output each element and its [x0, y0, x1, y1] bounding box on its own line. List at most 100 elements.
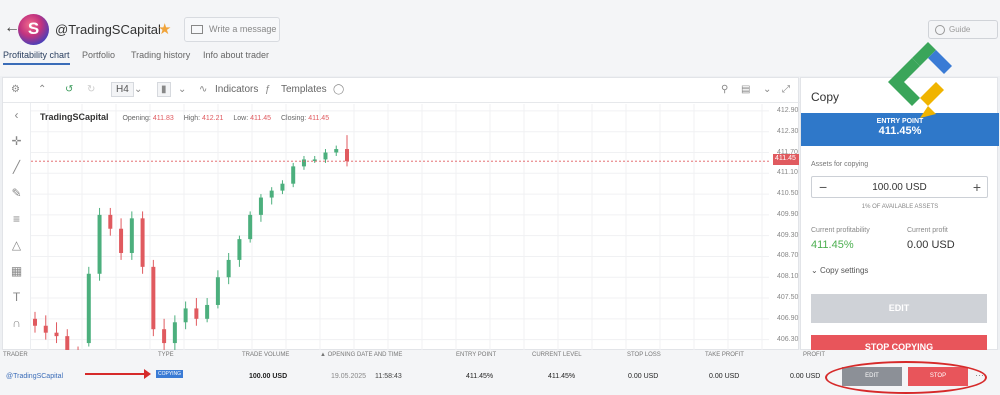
- row-date: 19.05.2025: [331, 373, 367, 380]
- text-icon[interactable]: T: [3, 290, 30, 312]
- amount-stepper[interactable]: − 100.00 USD +: [811, 176, 988, 198]
- pen-icon[interactable]: ✎: [3, 186, 30, 208]
- grid-icon[interactable]: ▦: [3, 264, 30, 286]
- candle-body: [183, 308, 188, 323]
- watermark-logo-icon: [888, 42, 952, 118]
- copy-title: Copy: [811, 90, 840, 104]
- candle-body: [97, 214, 102, 274]
- annotation-oval: [825, 361, 987, 394]
- col-type: TYPE: [158, 352, 174, 358]
- amount-value[interactable]: 100.00 USD: [812, 182, 987, 193]
- col-volume: TRADE VOLUME: [242, 352, 290, 358]
- edit-button[interactable]: EDIT: [811, 294, 987, 323]
- candlestick-plot[interactable]: [31, 104, 769, 350]
- indicators-label[interactable]: Indicators: [215, 84, 258, 95]
- candle-body: [43, 325, 48, 333]
- candle-body: [194, 308, 199, 319]
- chart-legend: TradingSCapital Opening: 411.83 High: 41…: [40, 112, 337, 122]
- col-profit: PROFIT: [803, 352, 825, 358]
- stop-copying-button[interactable]: STOP COPYING: [811, 335, 987, 351]
- trend-line-icon[interactable]: ╱: [3, 160, 30, 182]
- candle-body: [86, 273, 91, 344]
- candle-body: [269, 190, 274, 198]
- camera-icon[interactable]: ◯: [333, 84, 344, 95]
- message-button[interactable]: Write a message: [184, 17, 280, 42]
- indicators-icon[interactable]: ∿: [199, 84, 207, 95]
- row-trader-link[interactable]: @TradingSCapital: [6, 373, 63, 380]
- price-tick-label: 411.10: [777, 169, 798, 177]
- candle-body: [65, 336, 70, 350]
- chevron-left-icon[interactable]: ‹: [3, 108, 30, 130]
- candle-body: [323, 152, 328, 160]
- chevron-down-icon[interactable]: ⌄: [134, 84, 142, 95]
- chevron-up-icon[interactable]: ⌃: [38, 84, 46, 95]
- row-volume: 100.00 USD: [249, 373, 288, 380]
- redo-icon[interactable]: ↻: [87, 84, 95, 95]
- copy-settings-toggle[interactable]: ⌄ Copy settings: [811, 266, 868, 275]
- candle-body: [291, 166, 296, 184]
- current-price-label: 411.45: [773, 154, 799, 165]
- fullscreen-icon[interactable]: ⤢: [782, 84, 790, 95]
- tab-trading-history[interactable]: Trading history: [131, 50, 190, 60]
- candle-body: [205, 304, 210, 319]
- trader-name: @TradingSCapital: [55, 22, 161, 37]
- tab-info-about-trader[interactable]: Info about trader: [203, 50, 269, 60]
- tab-portfolio[interactable]: Portfolio: [82, 50, 115, 60]
- play-icon: [935, 25, 945, 35]
- table-row: @TradingSCapital COPYING 100.00 USD 19.0…: [0, 361, 1000, 394]
- guide-button[interactable]: Guide: [928, 20, 998, 39]
- legend-high: 412.21: [201, 115, 224, 122]
- star-icon[interactable]: ★: [158, 20, 171, 38]
- chevron-down-icon[interactable]: ⌄: [178, 84, 186, 95]
- candle-body: [258, 197, 263, 215]
- templates-icon[interactable]: ƒ: [265, 84, 271, 95]
- candle-type-icon[interactable]: ▮: [157, 82, 171, 97]
- more-icon[interactable]: ⋯: [975, 370, 984, 381]
- legend-opening: 411.83: [152, 115, 174, 122]
- timeframe-selector[interactable]: H4: [111, 82, 134, 97]
- type-badge: COPYING: [156, 370, 184, 378]
- copy-settings-label: Copy settings: [819, 266, 869, 275]
- candle-body: [312, 159, 317, 161]
- fibonacci-icon[interactable]: ≡: [3, 212, 30, 234]
- candle-body: [334, 149, 339, 153]
- settings-gear-icon[interactable]: ⚙: [11, 84, 20, 95]
- current-profitability-value: 411.45%: [811, 239, 854, 251]
- candle-body: [140, 218, 145, 267]
- chevron-down-icon[interactable]: ⌄: [763, 84, 771, 95]
- tab-profitability-chart[interactable]: Profitability chart: [3, 50, 70, 65]
- col-current-level: CURRENT LEVEL: [532, 352, 582, 358]
- candle-body: [215, 277, 220, 305]
- candle-body: [172, 322, 177, 344]
- candle-body: [301, 159, 306, 167]
- candle-body: [129, 218, 134, 253]
- plus-icon[interactable]: +: [973, 179, 981, 195]
- col-entry-point: ENTRY POINT: [456, 352, 497, 358]
- col-trader: TRADER: [3, 352, 28, 358]
- price-axis: 412.90 412.30 411.70 411.10 410.50 409.90 409.…: [769, 104, 799, 350]
- message-placeholder: Write a message: [209, 24, 277, 34]
- chart-title: TradingSCapital: [40, 112, 109, 122]
- current-profit-label: Current profit: [907, 227, 948, 234]
- col-opening-date[interactable]: ▲ OPENING DATE AND TIME: [320, 352, 402, 358]
- price-tick-label: 409.30: [777, 231, 799, 239]
- guide-label: Guide: [949, 25, 971, 34]
- save-icon[interactable]: ▤: [741, 84, 750, 95]
- price-tick-label: 406.90: [777, 314, 799, 322]
- crosshair-icon[interactable]: ✛: [3, 134, 30, 156]
- legend-low: 411.45: [250, 115, 271, 122]
- row-current: 411.45%: [548, 373, 576, 380]
- annotation-arrow: [85, 369, 151, 379]
- pattern-icon[interactable]: △: [3, 238, 30, 260]
- magnet-icon[interactable]: ∩: [3, 316, 30, 338]
- templates-label[interactable]: Templates: [281, 84, 327, 95]
- row-entry: 411.45%: [466, 373, 494, 380]
- undo-icon[interactable]: ↺: [65, 84, 73, 95]
- search-icon[interactable]: ⚲: [721, 84, 728, 95]
- price-tick-label: 410.50: [777, 190, 799, 198]
- row-profit: 0.00 USD: [790, 373, 821, 380]
- row-time: 11:58:43: [375, 373, 402, 380]
- chart-panel: ⚙ ⌃ ↺ ↻ H4 ⌄ ▮ ⌄ ∿ Indicators ƒ Template…: [2, 77, 800, 351]
- price-tick-label: 406.30: [777, 335, 799, 343]
- assets-label: Assets for copying: [811, 161, 869, 168]
